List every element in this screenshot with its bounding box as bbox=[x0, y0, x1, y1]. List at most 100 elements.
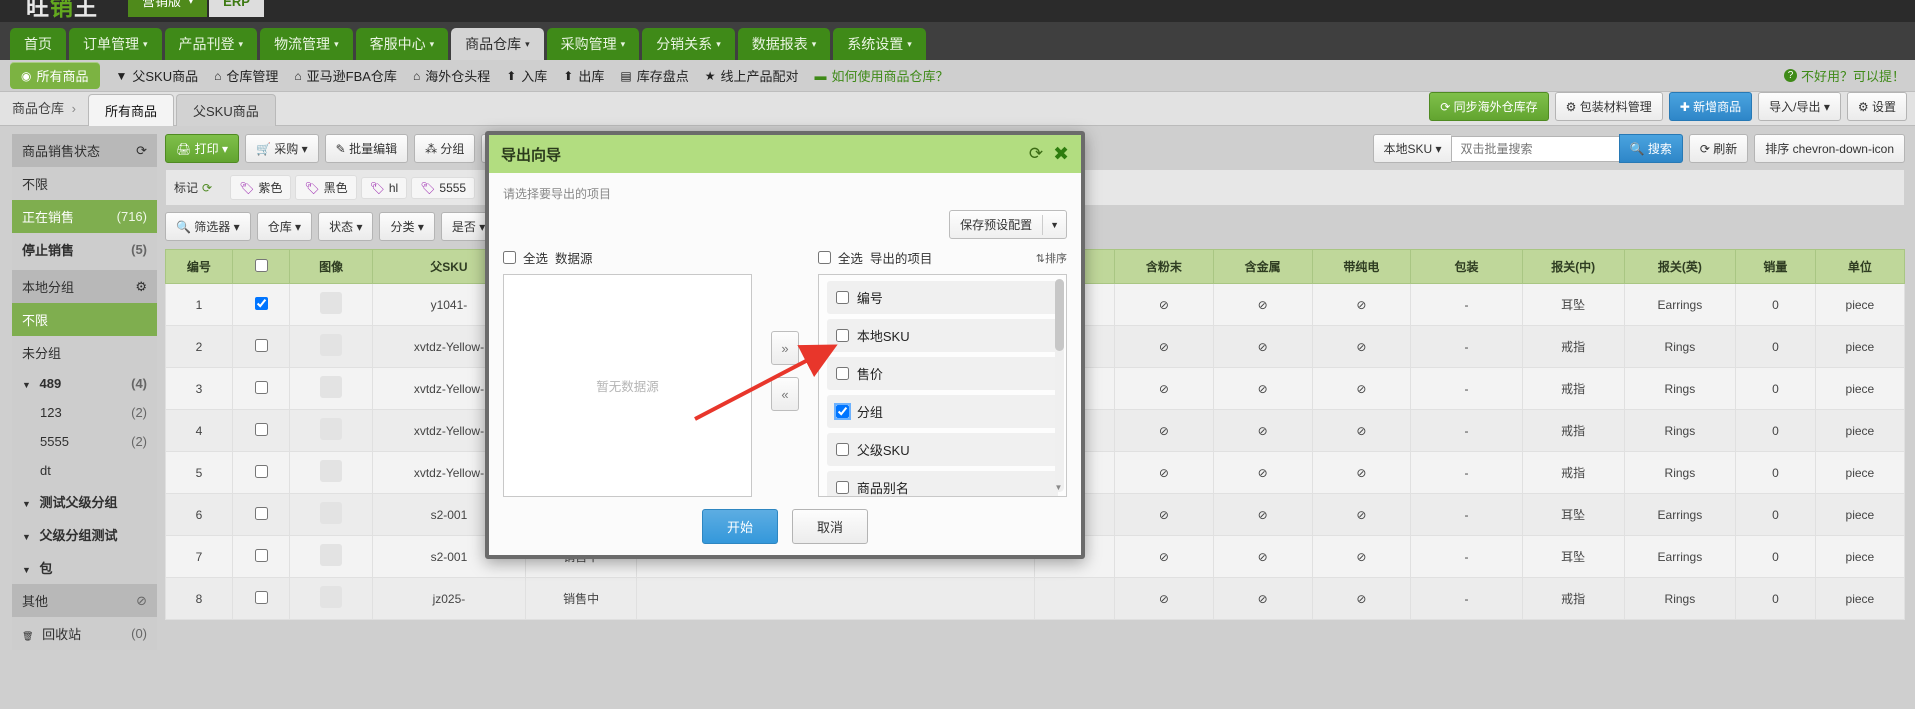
export-item[interactable]: 分组 bbox=[826, 395, 1058, 428]
row-checkbox[interactable] bbox=[231, 325, 291, 368]
nav-item-distribution[interactable]: 分销关系 ▾ bbox=[642, 28, 735, 60]
product-thumbnail[interactable] bbox=[320, 502, 343, 524]
subnav-stocktake[interactable]: ▤ 库存盘点 bbox=[620, 66, 688, 85]
row-checkbox[interactable] bbox=[231, 493, 291, 536]
product-thumbnail[interactable] bbox=[320, 334, 343, 356]
nav-item-service[interactable]: 客服中心 ▾ bbox=[355, 28, 449, 60]
row-select-checkbox[interactable] bbox=[254, 464, 268, 478]
scroll-down-arrow-icon[interactable]: ▼ bbox=[1054, 483, 1063, 492]
sidebar-item-group-all[interactable]: 不限 bbox=[12, 303, 157, 336]
listbox-scrollbar[interactable]: ▼ bbox=[1055, 279, 1064, 492]
category-filter-button[interactable]: 分类 ▾ bbox=[379, 212, 435, 241]
product-thumbnail[interactable] bbox=[320, 376, 343, 398]
row-select-checkbox[interactable] bbox=[254, 590, 268, 604]
sidebar-item-status-selling[interactable]: 正在销售 (716) bbox=[12, 200, 157, 233]
refresh-icon[interactable]: ⟳ bbox=[136, 143, 147, 159]
tag-chip-5555[interactable]: 🏷 5555 bbox=[411, 176, 476, 199]
warehouse-filter-button[interactable]: 仓库 ▾ bbox=[256, 212, 313, 241]
filter-button[interactable]: 🔍 筛选器 ▾ bbox=[165, 212, 251, 241]
chevron-down-icon[interactable]: ▼ bbox=[1042, 214, 1066, 235]
export-item-checkbox[interactable] bbox=[835, 291, 849, 304]
export-item[interactable]: 编号 bbox=[826, 281, 1058, 314]
subnav-overseas-leg[interactable]: ⌂ 海外仓头程 bbox=[413, 66, 490, 85]
nav-item-purchase[interactable]: 采购管理 ▾ bbox=[546, 28, 640, 60]
refresh-icon[interactable]: ⟳ bbox=[202, 181, 212, 195]
search-scope-select[interactable]: 本地SKU ▾ bbox=[1373, 134, 1451, 163]
refresh-grid-button[interactable]: ⟳ 刷新 bbox=[1688, 134, 1749, 163]
tab-parent-sku[interactable]: 父SKU商品 bbox=[176, 94, 276, 126]
product-thumbnail[interactable] bbox=[320, 586, 343, 608]
select-all-checkbox[interactable] bbox=[254, 258, 268, 272]
source-select-all-checkbox[interactable] bbox=[503, 251, 516, 264]
export-items-listbox[interactable]: ▼ 编号本地SKU售价分组父级SKU商品别名商品名称原产SKU bbox=[817, 274, 1067, 497]
triangle-down-icon[interactable]: ▼ bbox=[22, 380, 31, 390]
sidebar-item-group-ungrouped[interactable]: 未分组 bbox=[12, 336, 157, 369]
export-item-checkbox[interactable] bbox=[835, 481, 849, 494]
nav-item-logistics[interactable]: 物流管理 ▾ bbox=[260, 28, 353, 60]
triangle-down-icon[interactable]: ▼ bbox=[22, 499, 31, 509]
nav-item-home[interactable]: 首页 bbox=[10, 28, 66, 60]
row-checkbox[interactable] bbox=[231, 535, 291, 578]
export-item[interactable]: 本地SKU bbox=[826, 319, 1058, 352]
product-thumbnail[interactable] bbox=[320, 418, 343, 440]
subnav-parent-sku[interactable]: ▼ 父SKU商品 bbox=[116, 66, 199, 85]
sidebar-item-group-489[interactable]: ▼ 489 (4) bbox=[12, 369, 157, 398]
subnav-warehouse-mgmt[interactable]: ⌂ 仓库管理 bbox=[214, 66, 278, 85]
row-select-checkbox[interactable] bbox=[254, 422, 268, 436]
tab-all-products[interactable]: 所有商品 bbox=[87, 94, 174, 126]
row-checkbox[interactable] bbox=[231, 283, 291, 326]
product-thumbnail[interactable] bbox=[320, 460, 343, 482]
sidebar-item-group-5555[interactable]: 5555 (2) bbox=[12, 427, 157, 456]
sidebar-item-group-test-parent[interactable]: ▼ 测试父级分组 bbox=[12, 485, 157, 518]
packaging-material-button[interactable]: ⚙ 包装材料管理 bbox=[1554, 92, 1663, 121]
subnav-online-match[interactable]: ★ 线上产品配对 bbox=[705, 66, 799, 85]
batch-edit-button[interactable]: ✎ 批量编辑 bbox=[324, 134, 409, 163]
sync-overseas-stock-button[interactable]: ⟳ 同步海外仓库存 bbox=[1429, 92, 1549, 121]
sort-icon[interactable]: ⇅排序 bbox=[1036, 250, 1067, 266]
row-checkbox[interactable] bbox=[231, 409, 291, 452]
source-listbox[interactable]: 暂无数据源 bbox=[503, 274, 753, 497]
scrollbar-thumb[interactable] bbox=[1054, 279, 1064, 351]
search-button[interactable]: 🔍 搜索 bbox=[1618, 134, 1683, 163]
move-left-button[interactable]: « bbox=[770, 377, 799, 411]
sidebar-item-recycle-bin[interactable]: 🗑 回收站 (0) bbox=[12, 617, 157, 650]
feedback-link[interactable]: ? 不好用？可以提！ bbox=[1783, 66, 1905, 85]
sidebar-item-group-bao[interactable]: ▼ 包 bbox=[12, 551, 157, 584]
settings-button[interactable]: ⚙ 设置 bbox=[1846, 92, 1907, 121]
sidebar-item-group-123[interactable]: 123 (2) bbox=[12, 398, 157, 427]
add-product-button[interactable]: ✚ 新增商品 bbox=[1668, 92, 1753, 121]
close-icon[interactable]: ✖ bbox=[1053, 143, 1069, 166]
nav-item-listing[interactable]: 产品刊登 ▾ bbox=[164, 28, 258, 60]
purchase-button[interactable]: 🛒 采购 ▾ bbox=[244, 134, 319, 163]
subnav-how-to-use[interactable]: ▬ 如何使用商品仓库？ bbox=[815, 66, 949, 85]
product-thumbnail[interactable] bbox=[320, 544, 343, 566]
cancel-button[interactable]: 取消 bbox=[792, 508, 869, 544]
product-thumbnail[interactable] bbox=[320, 292, 343, 314]
export-item-checkbox[interactable] bbox=[835, 443, 849, 456]
nav-item-warehouse[interactable]: 商品仓库 ▾ bbox=[451, 28, 544, 60]
row-checkbox[interactable] bbox=[231, 451, 291, 494]
start-button[interactable]: 开始 bbox=[701, 508, 778, 544]
table-row[interactable]: 8 jz025- 销售中 ⊘ ⊘ ⊘ - 戒指 Rings 0 piece bbox=[165, 577, 1906, 620]
tag-chip-purple[interactable]: 🏷 紫色 bbox=[230, 175, 292, 200]
sidebar-item-status-all[interactable]: 不限 bbox=[12, 167, 157, 200]
nav-item-reports[interactable]: 数据报表 ▾ bbox=[737, 28, 831, 60]
nav-item-settings[interactable]: 系统设置 ▾ bbox=[833, 28, 926, 60]
nav-item-orders[interactable]: 订单管理 ▾ bbox=[69, 28, 162, 60]
export-item-checkbox[interactable] bbox=[833, 403, 851, 420]
search-input[interactable] bbox=[1450, 135, 1619, 162]
export-item[interactable]: 售价 bbox=[826, 357, 1058, 390]
tag-chip-black[interactable]: 🏷 黑色 bbox=[295, 175, 357, 200]
status-filter-button[interactable]: 状态 ▾ bbox=[318, 212, 374, 241]
row-select-checkbox[interactable] bbox=[254, 296, 268, 310]
export-select-all-checkbox[interactable] bbox=[817, 251, 831, 264]
export-item-checkbox[interactable] bbox=[835, 367, 849, 380]
print-button[interactable]: 🖨 打印 ▾ bbox=[165, 134, 239, 163]
triangle-down-icon[interactable]: ▼ bbox=[22, 565, 31, 575]
edition-tab-erp[interactable]: ERP bbox=[209, 0, 264, 17]
row-checkbox[interactable] bbox=[231, 367, 291, 410]
tag-chip-hl[interactable]: 🏷 hl bbox=[360, 176, 408, 199]
row-checkbox[interactable] bbox=[231, 577, 291, 620]
subnav-all-products[interactable]: ◉ 所有商品 bbox=[10, 62, 100, 89]
export-item[interactable]: 商品别名 bbox=[826, 471, 1058, 496]
